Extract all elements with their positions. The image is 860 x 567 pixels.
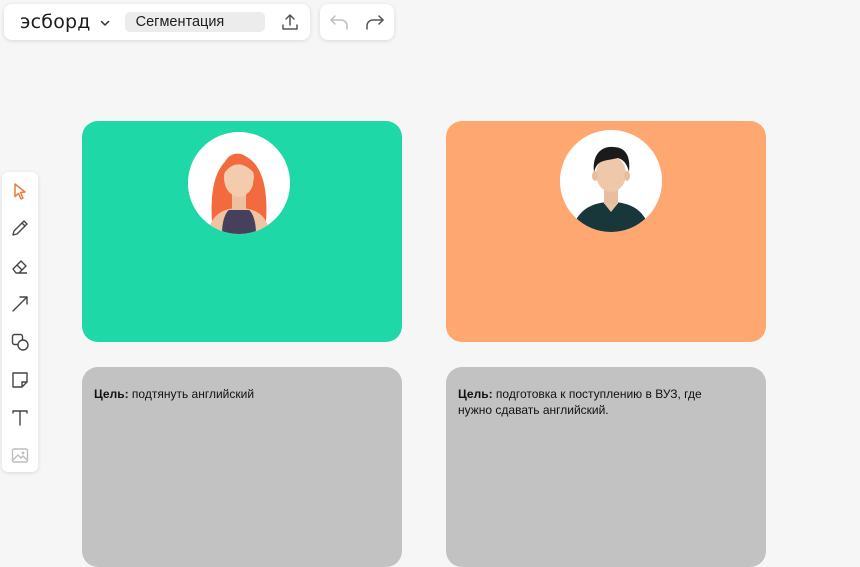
chevron-down-icon[interactable]: [99, 16, 111, 28]
male-avatar: [560, 130, 662, 232]
goal-card-left[interactable]: Цель: подтянуть английский: [82, 367, 402, 567]
select-cursor-icon[interactable]: [10, 181, 30, 201]
history-controls: [320, 4, 394, 40]
sticky-note-icon[interactable]: [10, 370, 30, 390]
arrow-line-icon[interactable]: [10, 294, 30, 314]
board-name-field[interactable]: Сегментация: [124, 12, 265, 32]
goal-text: Цель: подготовка к поступлению в ВУЗ, гд…: [458, 387, 728, 418]
image-icon[interactable]: [10, 445, 30, 465]
goal-card-right[interactable]: Цель: подготовка к поступлению в ВУЗ, гд…: [446, 367, 766, 567]
eraser-icon[interactable]: [10, 256, 30, 276]
persona-card-male[interactable]: [446, 121, 766, 342]
goal-description: подготовка к поступлению в ВУЗ, где нужн…: [458, 387, 702, 417]
goal-text: Цель: подтянуть английский: [94, 387, 364, 403]
female-avatar: [188, 132, 290, 234]
text-icon[interactable]: [10, 407, 30, 427]
redo-icon[interactable]: [365, 12, 385, 32]
left-toolbar: [2, 172, 38, 472]
shapes-icon[interactable]: [10, 332, 30, 352]
undo-icon[interactable]: [329, 12, 349, 32]
goal-description: подтянуть английский: [128, 387, 255, 401]
pencil-icon[interactable]: [10, 218, 30, 238]
persona-card-female[interactable]: [82, 121, 402, 342]
top-bar: эсборд Сегментация: [4, 4, 310, 40]
upload-icon[interactable]: [280, 12, 300, 32]
goal-label: Цель:: [94, 387, 129, 401]
app-logo[interactable]: эсборд: [20, 11, 91, 33]
goal-label: Цель:: [458, 387, 493, 401]
